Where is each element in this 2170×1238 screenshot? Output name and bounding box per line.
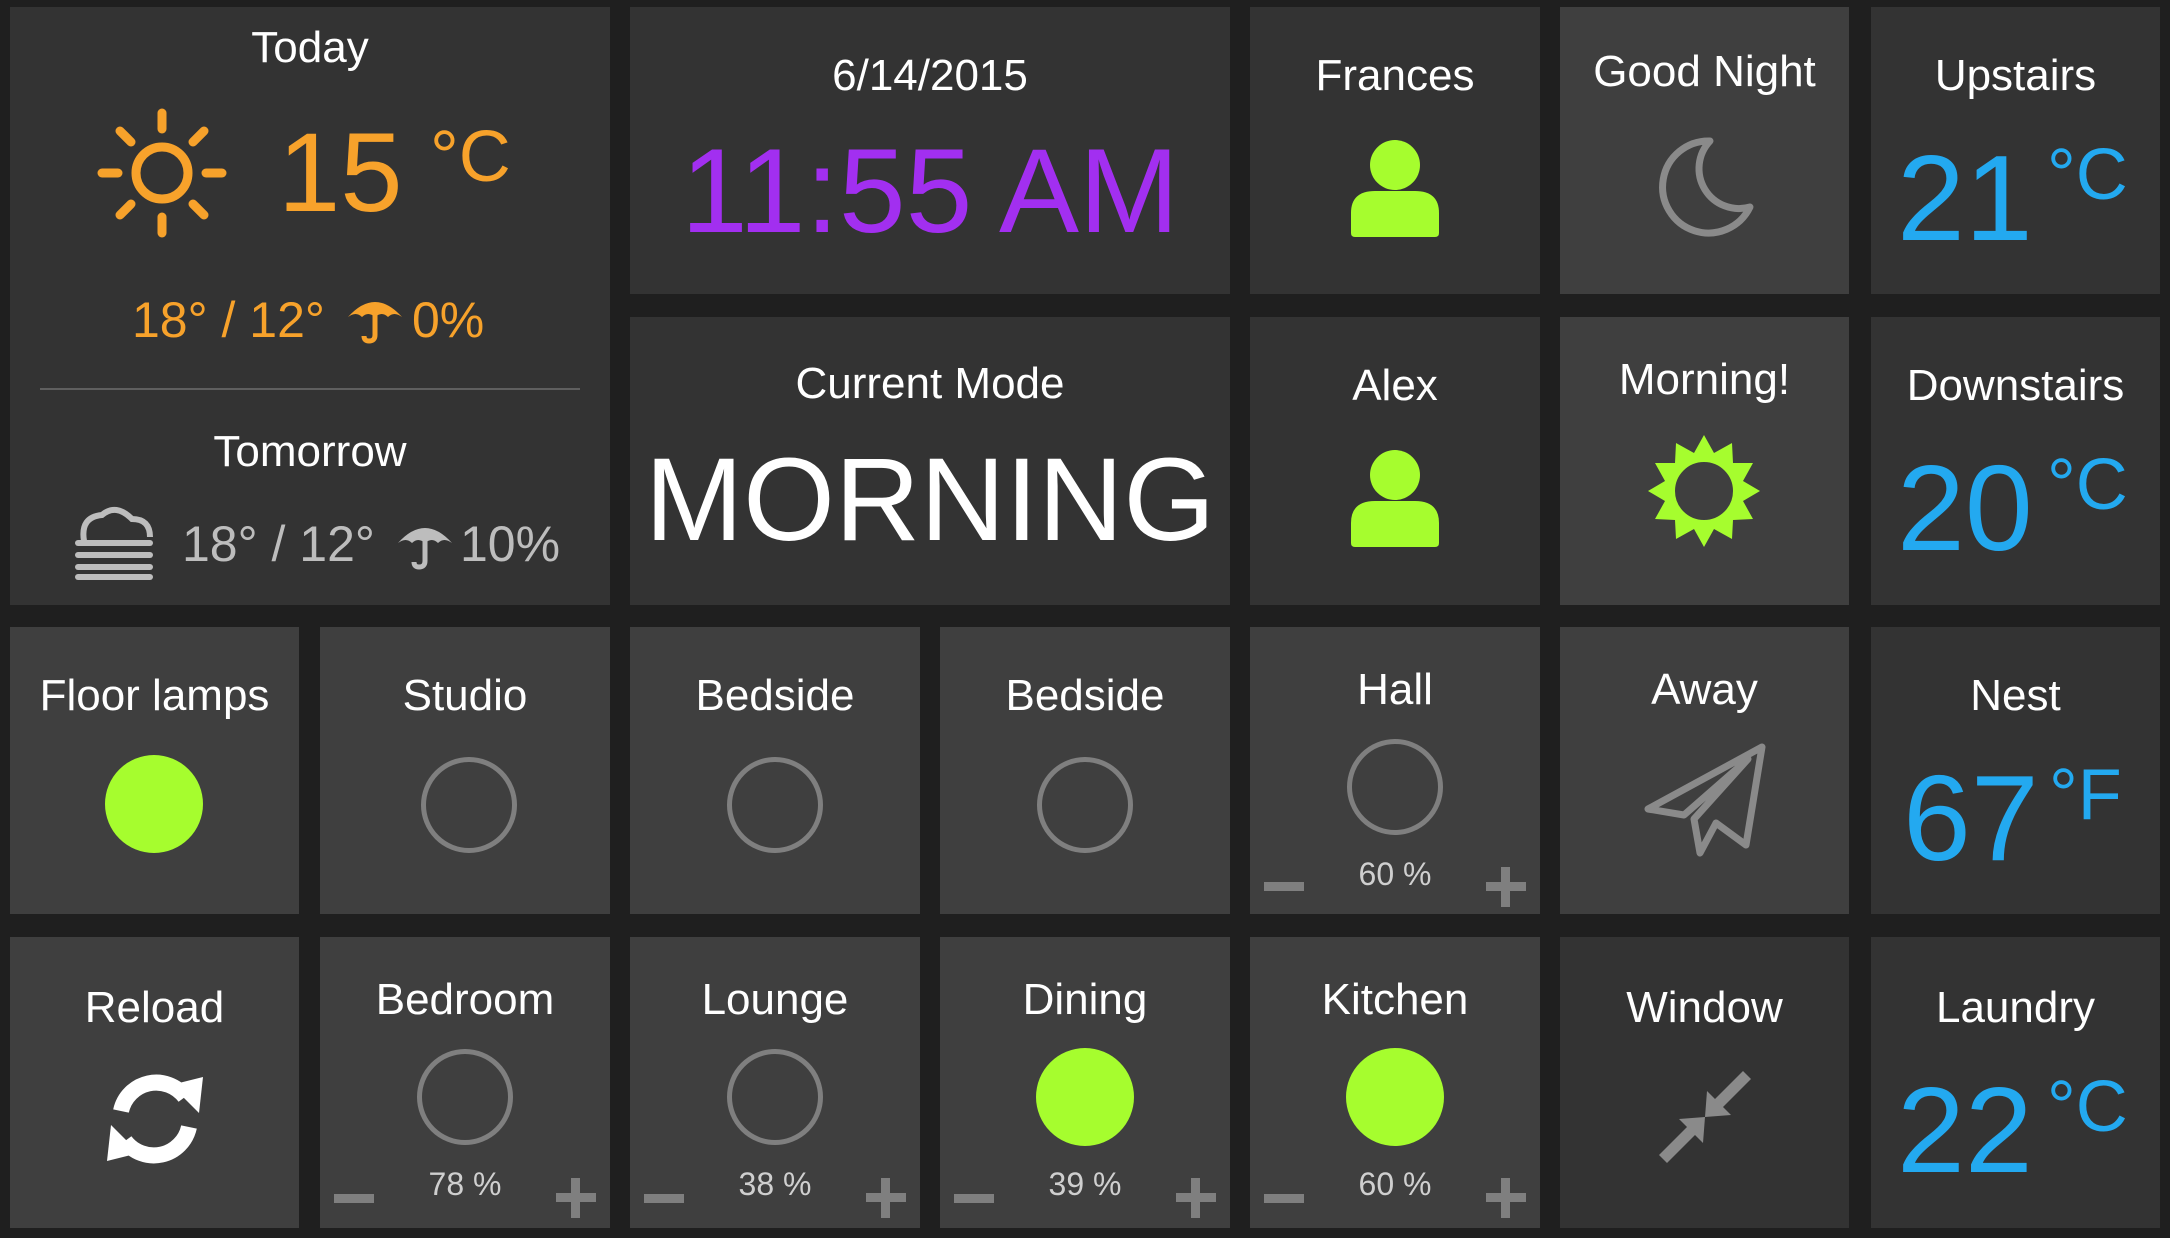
umbrella-icon: [398, 528, 452, 570]
weather-tile: Today 15 °C 18° / 12° 0% Tomorrow 18° / …: [10, 7, 610, 605]
dimmer-lounge-increase-button[interactable]: [866, 1178, 906, 1218]
sun-icon: [1648, 435, 1760, 547]
today-rain-chance: 0%: [412, 292, 485, 348]
scene-window-label: Window: [1626, 983, 1783, 1032]
thermostat-laundry-tile: Laundry 22 °C: [1871, 937, 2160, 1228]
dimmer-hall-increase-button[interactable]: [1486, 867, 1526, 907]
thermostat-nest-value: 67: [1903, 750, 2039, 886]
scene-morning-label: Morning!: [1618, 355, 1791, 404]
dimmer-kitchen-increase-button[interactable]: [1486, 1178, 1526, 1218]
person-icon: [1351, 450, 1439, 547]
thermostat-laundry-label: Laundry: [1935, 983, 2095, 1032]
reload-label: Reload: [84, 983, 225, 1032]
presence-alex-tile[interactable]: Alex: [1250, 317, 1540, 605]
presence-alex-label: Alex: [1352, 361, 1438, 410]
current-mode-tile: Current Mode MORNING: [630, 317, 1230, 605]
reload-tile[interactable]: Reload: [10, 937, 299, 1228]
clock-tile: 6/14/2015 11:55 AM: [630, 7, 1230, 294]
today-label: Today: [251, 23, 369, 72]
today-temperature-unit: °C: [430, 117, 511, 197]
dimmer-dining-label: Dining: [1022, 975, 1148, 1024]
thermostat-downstairs-tile: Downstairs 20 °C: [1871, 317, 2160, 605]
switch-studio-tile[interactable]: Studio: [320, 627, 610, 914]
switch-bedside-1-label: Bedside: [695, 671, 855, 720]
thermostat-upstairs-value: 21: [1897, 130, 2033, 266]
clock-time: 11:55 AM: [680, 124, 1180, 258]
dimmer-kitchen-indicator: [1346, 1048, 1444, 1146]
presence-frances-tile[interactable]: Frances: [1250, 7, 1540, 294]
today-hilo: 18° / 12°: [132, 292, 325, 348]
dimmer-lounge-label: Lounge: [701, 975, 849, 1024]
thermostat-nest-tile: Nest 67 °F: [1871, 627, 2160, 914]
dimmer-bedroom-tile[interactable]: Bedroom 78 %: [320, 937, 610, 1228]
dimmer-kitchen-label: Kitchen: [1321, 975, 1469, 1024]
dimmer-hall-indicator: [1347, 739, 1443, 835]
switch-floor-lamps-label: Floor lamps: [39, 671, 270, 720]
thermostat-upstairs-unit: °C: [2047, 135, 2128, 215]
switch-studio-indicator: [421, 757, 517, 853]
dimmer-kitchen-tile[interactable]: Kitchen 60 %: [1250, 937, 1540, 1228]
thermostat-downstairs-value: 20: [1897, 440, 2033, 576]
paper-plane-icon: [1644, 743, 1766, 857]
switch-bedside-2-indicator: [1037, 757, 1133, 853]
scene-good-night-label: Good Night: [1593, 47, 1816, 96]
weather-divider: [40, 388, 580, 390]
switch-floor-lamps-indicator: [105, 755, 203, 853]
dimmer-bedroom-label: Bedroom: [375, 975, 555, 1024]
tomorrow-rain-chance: 10%: [460, 516, 561, 572]
thermostat-nest-unit: °F: [2049, 755, 2122, 835]
dimmer-hall-tile[interactable]: Hall 60 %: [1250, 627, 1540, 914]
thermostat-upstairs-tile: Upstairs 21 °C: [1871, 7, 2160, 294]
tomorrow-label: Tomorrow: [213, 427, 407, 476]
thermostat-nest-label: Nest: [1970, 671, 2061, 720]
dashboard-grid: Today 15 °C 18° / 12° 0% Tomorrow 18° / …: [0, 0, 2170, 1238]
scene-away-tile[interactable]: Away: [1560, 627, 1849, 914]
dimmer-dining-increase-button[interactable]: [1176, 1178, 1216, 1218]
scene-morning-tile[interactable]: Morning!: [1560, 317, 1849, 605]
thermostat-laundry-unit: °C: [2047, 1067, 2128, 1147]
fog-icon: [75, 506, 153, 580]
switch-bedside-2-tile[interactable]: Bedside: [940, 627, 1230, 914]
sun-icon: [97, 108, 227, 238]
compress-arrows-icon: [1659, 1071, 1751, 1163]
umbrella-icon: [348, 302, 402, 344]
scene-window-tile[interactable]: Window: [1560, 937, 1849, 1228]
thermostat-downstairs-unit: °C: [2047, 445, 2128, 525]
switch-studio-label: Studio: [402, 671, 528, 720]
thermostat-laundry-value: 22: [1897, 1062, 2033, 1198]
current-mode-label: Current Mode: [795, 359, 1065, 408]
current-mode-value: MORNING: [644, 434, 1216, 566]
dimmer-bedroom-indicator: [417, 1049, 513, 1145]
person-icon: [1351, 140, 1439, 237]
dimmer-dining-tile[interactable]: Dining 39 %: [940, 937, 1230, 1228]
presence-frances-label: Frances: [1315, 51, 1475, 100]
dimmer-lounge-tile[interactable]: Lounge 38 %: [630, 937, 920, 1228]
dimmer-bedroom-increase-button[interactable]: [556, 1178, 596, 1218]
switch-bedside-2-label: Bedside: [1005, 671, 1165, 720]
scene-away-label: Away: [1651, 665, 1758, 714]
tomorrow-hilo: 18° / 12°: [182, 516, 375, 572]
thermostat-upstairs-label: Upstairs: [1934, 51, 2097, 100]
switch-floor-lamps-tile[interactable]: Floor lamps: [10, 627, 299, 914]
today-temperature: 15: [278, 110, 403, 235]
dimmer-lounge-indicator: [727, 1049, 823, 1145]
thermostat-downstairs-label: Downstairs: [1906, 361, 2125, 410]
moon-icon: [1659, 137, 1754, 237]
dimmer-hall-label: Hall: [1357, 665, 1433, 714]
scene-good-night-tile[interactable]: Good Night: [1560, 7, 1849, 294]
dimmer-dining-indicator: [1036, 1048, 1134, 1146]
switch-bedside-1-tile[interactable]: Bedside: [630, 627, 920, 914]
switch-bedside-1-indicator: [727, 757, 823, 853]
reload-icon: [107, 1074, 203, 1164]
clock-date: 6/14/2015: [832, 51, 1028, 100]
